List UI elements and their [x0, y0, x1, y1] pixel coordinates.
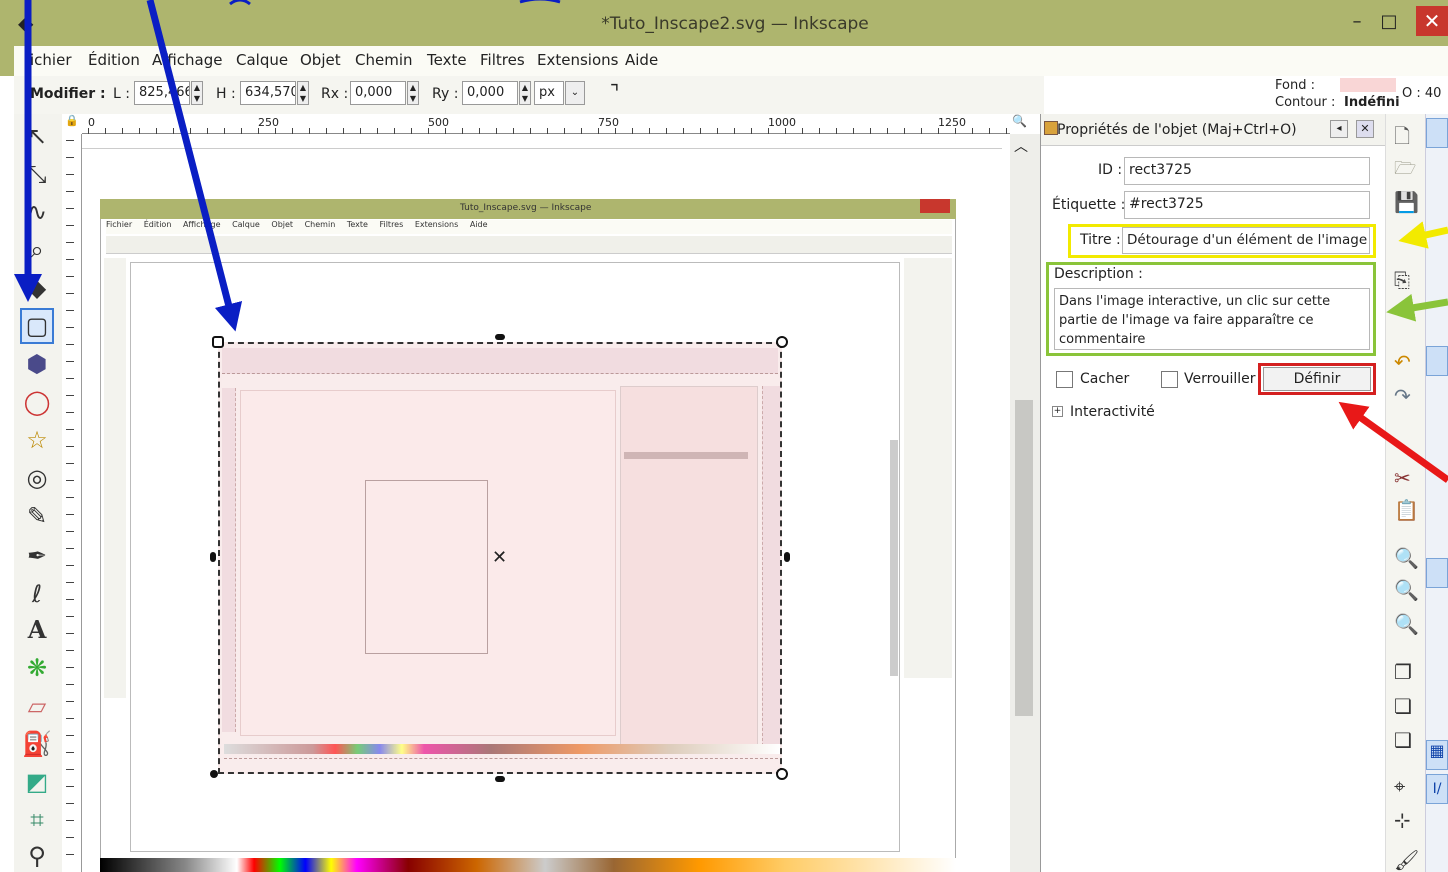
red-arrow — [1338, 401, 1448, 483]
yellow-arrow — [1398, 221, 1448, 249]
green-arrow — [1386, 293, 1448, 322]
blue-partial-text — [229, 0, 561, 6]
annotation-arrows — [13, 0, 1448, 483]
blue-arrow-diagonal — [146, 0, 243, 332]
